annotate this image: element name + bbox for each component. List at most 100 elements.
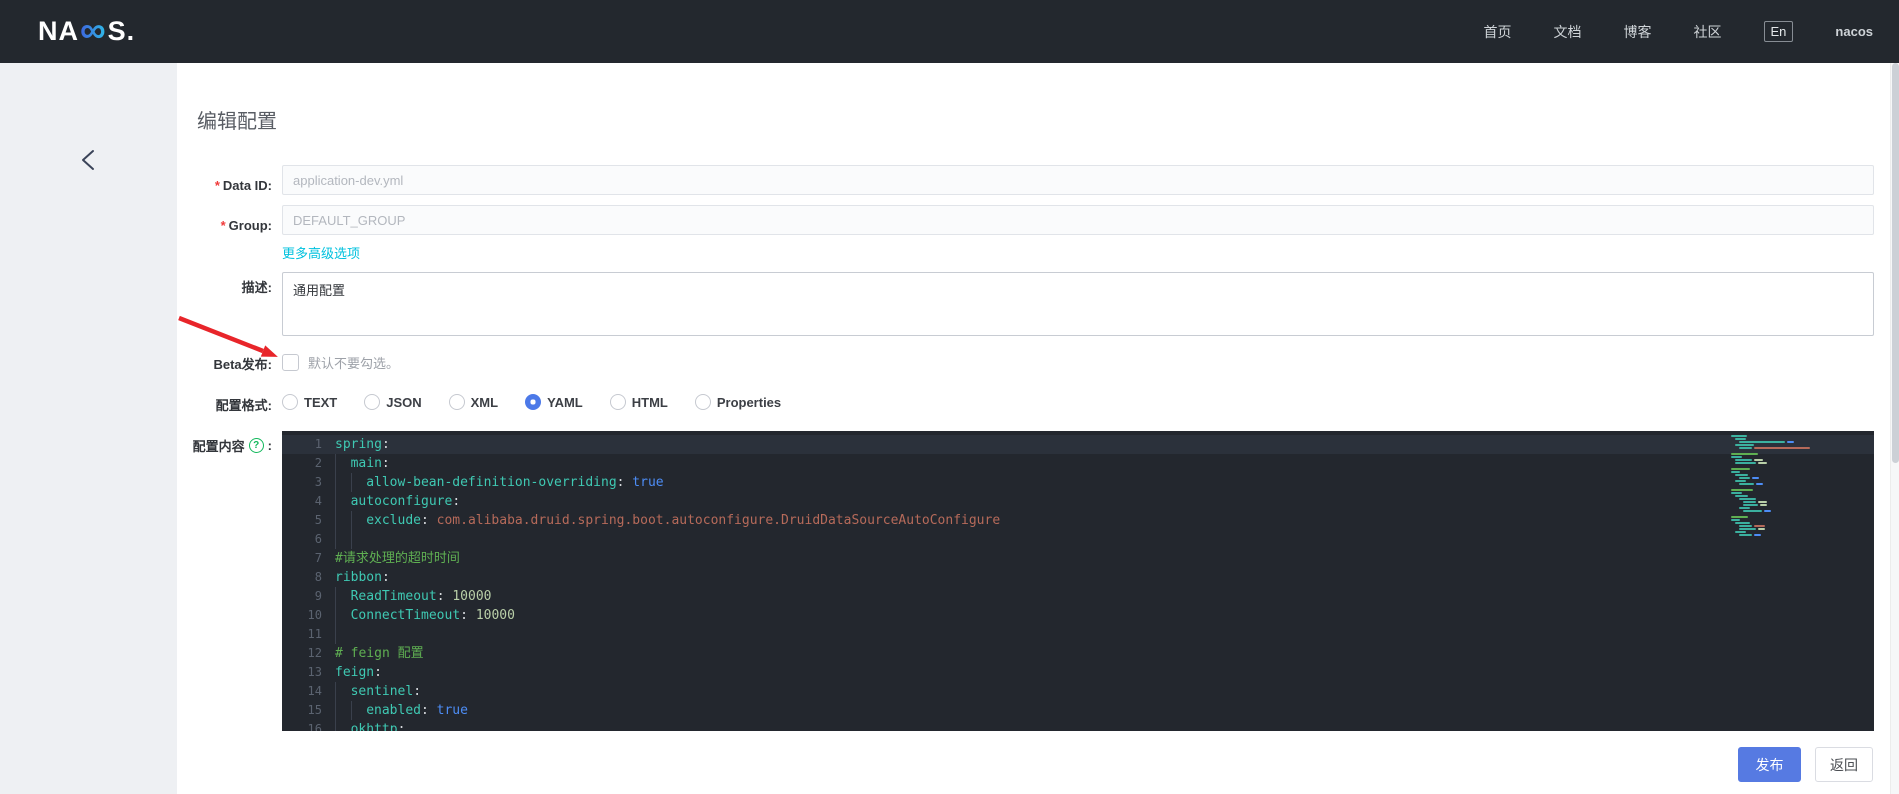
nav-link-0[interactable]: 首页 bbox=[1484, 22, 1512, 42]
minimap-row bbox=[1731, 438, 1826, 440]
line-number: 5 bbox=[314, 513, 322, 527]
config-content-label: 配置内容 bbox=[192, 439, 245, 454]
indent-guide bbox=[335, 511, 351, 530]
nav-link-2[interactable]: 博客 bbox=[1624, 22, 1652, 42]
minimap-row bbox=[1731, 459, 1826, 461]
page-scrollbar-thumb[interactable] bbox=[1892, 63, 1899, 463]
nav-link-3[interactable]: 社区 bbox=[1694, 22, 1722, 42]
minimap-row bbox=[1731, 507, 1826, 509]
minimap-row bbox=[1731, 492, 1826, 494]
infinity-icon: ∞ bbox=[80, 9, 107, 50]
minimap-row bbox=[1731, 435, 1826, 437]
code-line-12: 12 # feign 配置 bbox=[282, 644, 1874, 663]
format-radio-properties[interactable]: Properties bbox=[694, 394, 781, 410]
beta-hint-text: 默认不要勾选。 bbox=[308, 356, 400, 371]
line-number: 10 bbox=[307, 608, 322, 622]
minimap-row bbox=[1731, 519, 1826, 521]
format-radio-text[interactable]: TEXT bbox=[282, 394, 337, 410]
code-line-11: 11 bbox=[282, 625, 1874, 644]
format-radio-xml[interactable]: XML bbox=[448, 394, 499, 410]
radio-circle-icon[interactable] bbox=[525, 394, 542, 410]
line-number: 15 bbox=[307, 703, 322, 717]
minimap-row bbox=[1731, 471, 1826, 473]
format-radio-yaml[interactable]: YAML bbox=[525, 394, 583, 410]
code-line-5: 5 exclude: com.alibaba.druid.spring.boot.… bbox=[282, 511, 1874, 530]
code-line-6: 6 bbox=[282, 530, 1874, 549]
publish-button[interactable]: 发布 bbox=[1738, 747, 1801, 782]
minimap-row bbox=[1731, 474, 1826, 476]
radio-circle-icon[interactable] bbox=[694, 394, 711, 410]
minimap-row bbox=[1731, 465, 1826, 467]
username-menu[interactable]: nacos bbox=[1835, 24, 1873, 39]
group-input[interactable] bbox=[282, 205, 1874, 235]
radio-label: TEXT bbox=[304, 394, 338, 410]
page-scrollbar[interactable] bbox=[1890, 63, 1899, 794]
code-line-1: 1 spring: bbox=[282, 435, 1874, 454]
line-number: 7 bbox=[314, 551, 322, 565]
line-number: 13 bbox=[307, 665, 322, 679]
minimap-row bbox=[1731, 486, 1826, 488]
beta-publish-row: 默认不要勾选。 bbox=[282, 353, 399, 372]
radio-circle-icon[interactable] bbox=[364, 394, 381, 410]
minimap-row bbox=[1731, 516, 1826, 518]
logo-text-suffix: S. bbox=[107, 16, 136, 46]
indent-guide bbox=[350, 511, 367, 530]
code-line-8: 8 ribbon: bbox=[282, 568, 1874, 587]
page-title: 编辑配置 bbox=[197, 111, 277, 133]
minimap-row bbox=[1731, 444, 1826, 446]
minimap-row bbox=[1731, 456, 1826, 458]
nav-links: 首页 文档 博客 社区 bbox=[1484, 22, 1722, 42]
editor-minimap[interactable] bbox=[1731, 435, 1826, 537]
indent-guide bbox=[335, 473, 351, 492]
minimap-row bbox=[1731, 447, 1826, 449]
language-toggle-button[interactable]: En bbox=[1763, 21, 1794, 42]
line-number: 8 bbox=[314, 570, 322, 584]
group-label: * Group: bbox=[220, 218, 272, 233]
indent-guide bbox=[335, 606, 351, 625]
minimap-row bbox=[1731, 462, 1826, 464]
radio-label: XML bbox=[470, 394, 499, 410]
radio-circle-icon[interactable] bbox=[282, 394, 298, 410]
line-number: 3 bbox=[314, 475, 322, 489]
minimap-row bbox=[1731, 498, 1826, 500]
line-number: 6 bbox=[314, 532, 322, 546]
minimap-row bbox=[1731, 477, 1826, 479]
indent-guide bbox=[350, 473, 367, 492]
data-id-input[interactable] bbox=[282, 165, 1874, 195]
minimap-row bbox=[1731, 468, 1826, 470]
line-number: 12 bbox=[307, 646, 322, 660]
editor-code-lines: 1 spring: 2 main: 3 allow-bean-definition-ove… bbox=[282, 435, 1874, 731]
indent-guide bbox=[335, 492, 351, 511]
minimap-row bbox=[1731, 534, 1826, 536]
main-content: 编辑配置 *Data ID: *Group: 更多高级选项 描述: Beta发布… bbox=[177, 63, 1899, 794]
format-radio-json[interactable]: JSON bbox=[364, 394, 422, 410]
return-button[interactable]: 返回 bbox=[1815, 747, 1873, 782]
radio-circle-icon[interactable] bbox=[609, 394, 626, 410]
minimap-row bbox=[1731, 501, 1826, 503]
line-number: 2 bbox=[314, 456, 322, 470]
required-asterisk: * bbox=[214, 178, 220, 193]
code-line-14: 14 sentinel: bbox=[282, 682, 1874, 701]
back-chevron-icon[interactable] bbox=[74, 145, 104, 175]
indent-guide bbox=[335, 682, 351, 701]
minimap-row bbox=[1731, 453, 1826, 455]
help-question-icon[interactable]: ? bbox=[248, 438, 264, 453]
radio-label: JSON bbox=[386, 394, 422, 410]
config-content-editor[interactable]: 1 spring: 2 main: 3 allow-bean-definition-ove… bbox=[282, 431, 1874, 731]
line-number: 11 bbox=[307, 627, 322, 641]
format-radio-html[interactable]: HTML bbox=[609, 394, 668, 410]
more-advanced-options-link[interactable]: 更多高级选项 bbox=[282, 243, 360, 262]
minimap-row bbox=[1731, 441, 1826, 443]
config-content-colon: : bbox=[267, 438, 272, 453]
minimap-row bbox=[1731, 525, 1826, 527]
nacos-logo[interactable]: NA ∞ S. bbox=[38, 9, 136, 50]
minimap-row bbox=[1731, 528, 1826, 530]
config-format-label: 配置格式: bbox=[215, 398, 272, 413]
description-textarea[interactable] bbox=[282, 272, 1874, 336]
radio-circle-icon[interactable] bbox=[448, 394, 465, 410]
nav-link-1[interactable]: 文档 bbox=[1554, 22, 1582, 42]
indent-guide bbox=[335, 454, 351, 473]
nacos-edit-config-page: NA∞S. 首页 文档 博客 社区 En nacos 编辑配置 *Data ID: *… bbox=[0, 0, 1899, 794]
indent-guide bbox=[335, 587, 351, 606]
beta-checkbox[interactable] bbox=[282, 354, 299, 371]
